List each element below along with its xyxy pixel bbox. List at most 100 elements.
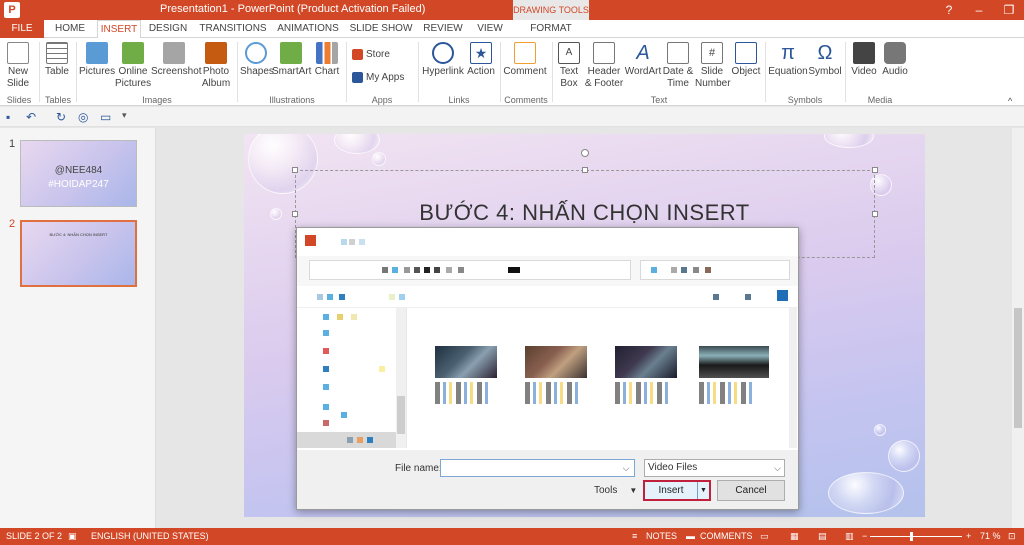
slide-thumbnails-pane: 1 @NEE484 #HOIDAP247 2 BƯỚC 4: NHẤN CHỌN… (0, 128, 156, 528)
video-file-item[interactable] (525, 346, 591, 404)
date-time-button[interactable]: Date & Time (662, 42, 694, 90)
fit-slide-icon[interactable]: ⊡ (1008, 531, 1016, 542)
pictures-button[interactable]: Pictures (79, 42, 115, 78)
video-file-item[interactable] (699, 346, 769, 404)
zoom-slider[interactable] (870, 536, 962, 537)
pictures-icon (86, 42, 108, 64)
view-options-icon[interactable] (713, 294, 719, 300)
resize-handle[interactable] (292, 167, 298, 173)
object-button[interactable]: Object (730, 42, 762, 78)
cancel-button[interactable]: Cancel (717, 480, 785, 501)
smartart-button[interactable]: SmartArt (272, 42, 311, 78)
audio-button[interactable]: Audio (880, 42, 910, 78)
photo-album-button[interactable]: Photo Album (198, 42, 234, 90)
resize-handle[interactable] (872, 167, 878, 173)
my-apps-button[interactable]: My Apps (352, 72, 404, 83)
pi-icon: π (781, 42, 795, 64)
thumbnail-text: BƯỚC 4: NHẤN CHỌN INSERT (49, 232, 108, 237)
tab-animations[interactable]: ANIMATIONS (274, 20, 342, 38)
zoom-level[interactable]: 71 % (980, 531, 1001, 541)
zoom-out-button[interactable]: − (862, 531, 867, 541)
video-file-item[interactable] (615, 346, 681, 404)
save-icon[interactable]: ▪ (6, 110, 10, 124)
water-drop-decoration (824, 134, 874, 148)
help-button[interactable]: ? (934, 0, 964, 20)
comments-icon: ▬ (686, 531, 695, 541)
redo-icon[interactable]: ↻ (56, 110, 66, 124)
wordart-button[interactable]: A WordArt (624, 42, 662, 78)
header-footer-button[interactable]: Header & Footer (584, 42, 624, 90)
tab-transitions[interactable]: TRANSITIONS (199, 20, 267, 38)
selected-nav-item[interactable] (297, 432, 397, 448)
navigation-pane[interactable] (297, 308, 407, 448)
tab-slide-show[interactable]: SLIDE SHOW (349, 20, 413, 38)
action-button[interactable]: ★ Action (465, 42, 497, 78)
insert-split-dropdown-icon[interactable]: ▼ (697, 482, 709, 499)
slide-title[interactable]: BƯỚC 4: NHẤN CHỌN INSERT (244, 200, 925, 226)
scrollbar-thumb[interactable] (397, 396, 405, 434)
file-list-scrollbar[interactable] (789, 308, 797, 448)
touch-mode-icon[interactable]: ◎ (78, 110, 88, 124)
slide-thumbnail-2[interactable]: BƯỚC 4: NHẤN CHỌN INSERT (20, 220, 137, 287)
tab-format[interactable]: FORMAT (527, 20, 575, 38)
resize-handle[interactable] (582, 167, 588, 173)
zoom-in-button[interactable]: + (966, 531, 971, 541)
file-name-input[interactable] (440, 459, 635, 477)
text-box-button[interactable]: A Text Box (555, 42, 583, 90)
store-button[interactable]: Store (352, 49, 390, 60)
blurred-search (705, 267, 711, 273)
reading-view-icon[interactable]: ▤ (818, 531, 827, 542)
notes-button[interactable]: NOTES (646, 531, 677, 541)
language-status[interactable]: ENGLISH (UNITED STATES) (91, 531, 209, 541)
water-drop-decoration (888, 440, 920, 472)
normal-view-icon[interactable]: ▭ (760, 531, 769, 542)
video-file-item[interactable] (435, 346, 501, 404)
minimize-button[interactable]: – (964, 0, 994, 20)
equation-button[interactable]: π Equation (768, 42, 808, 78)
table-button[interactable]: Table (42, 42, 72, 78)
search-box[interactable] (640, 260, 790, 280)
chart-button[interactable]: Chart (312, 42, 342, 78)
hyperlink-button[interactable]: Hyperlink (422, 42, 464, 78)
chart-icon (316, 42, 338, 64)
tab-home[interactable]: HOME (50, 20, 90, 38)
present-icon[interactable]: ▭ (100, 110, 111, 124)
file-type-select[interactable]: Video Files ⌵ (644, 459, 785, 477)
slide-thumbnail-1[interactable]: @NEE484 #HOIDAP247 (20, 140, 137, 207)
help-icon[interactable] (777, 290, 788, 301)
tab-view[interactable]: VIEW (474, 20, 506, 38)
object-icon (735, 42, 757, 64)
collapse-ribbon-button[interactable]: ^ (1008, 96, 1012, 106)
spellcheck-icon[interactable]: ▣ (68, 531, 77, 542)
symbol-button[interactable]: Ω Symbol (808, 42, 842, 78)
address-bar[interactable] (309, 260, 631, 280)
customize-qat-icon[interactable]: ▾ (122, 110, 127, 121)
tab-insert[interactable]: INSERT (97, 20, 141, 39)
new-slide-button[interactable]: New Slide (3, 42, 33, 90)
video-button[interactable]: Video (849, 42, 879, 78)
comments-button[interactable]: COMMENTS (700, 531, 753, 541)
group-label-symbols: Symbols (787, 95, 823, 105)
insert-button[interactable]: Insert ▼ (643, 480, 711, 501)
tab-design[interactable]: DESIGN (146, 20, 190, 38)
rotate-handle[interactable] (581, 149, 589, 157)
preview-pane-icon[interactable] (745, 294, 751, 300)
tools-dropdown[interactable]: Tools ▼ (594, 485, 637, 496)
restore-button[interactable]: ❐ (994, 0, 1024, 20)
vertical-scrollbar[interactable] (1012, 128, 1024, 528)
shapes-button[interactable]: Shapes (240, 42, 274, 78)
chevron-down-icon[interactable]: ⌵ (618, 460, 634, 476)
slide-sorter-icon[interactable]: ▦ (790, 531, 799, 542)
file-list[interactable] (417, 308, 797, 448)
tab-file[interactable]: FILE (0, 20, 44, 38)
tab-review[interactable]: REVIEW (421, 20, 465, 38)
comment-button[interactable]: Comment (503, 42, 547, 78)
scrollbar-thumb[interactable] (1014, 308, 1022, 428)
undo-icon[interactable]: ↶ (26, 110, 36, 124)
slide-show-icon[interactable]: ▥ (845, 531, 854, 542)
zoom-slider-knob[interactable] (910, 532, 913, 541)
screenshot-button[interactable]: Screenshot (151, 42, 202, 78)
online-pictures-button[interactable]: Online Pictures (115, 42, 151, 90)
slide-number-button[interactable]: # Slide Number (695, 42, 731, 90)
action-star-icon: ★ (470, 42, 492, 64)
